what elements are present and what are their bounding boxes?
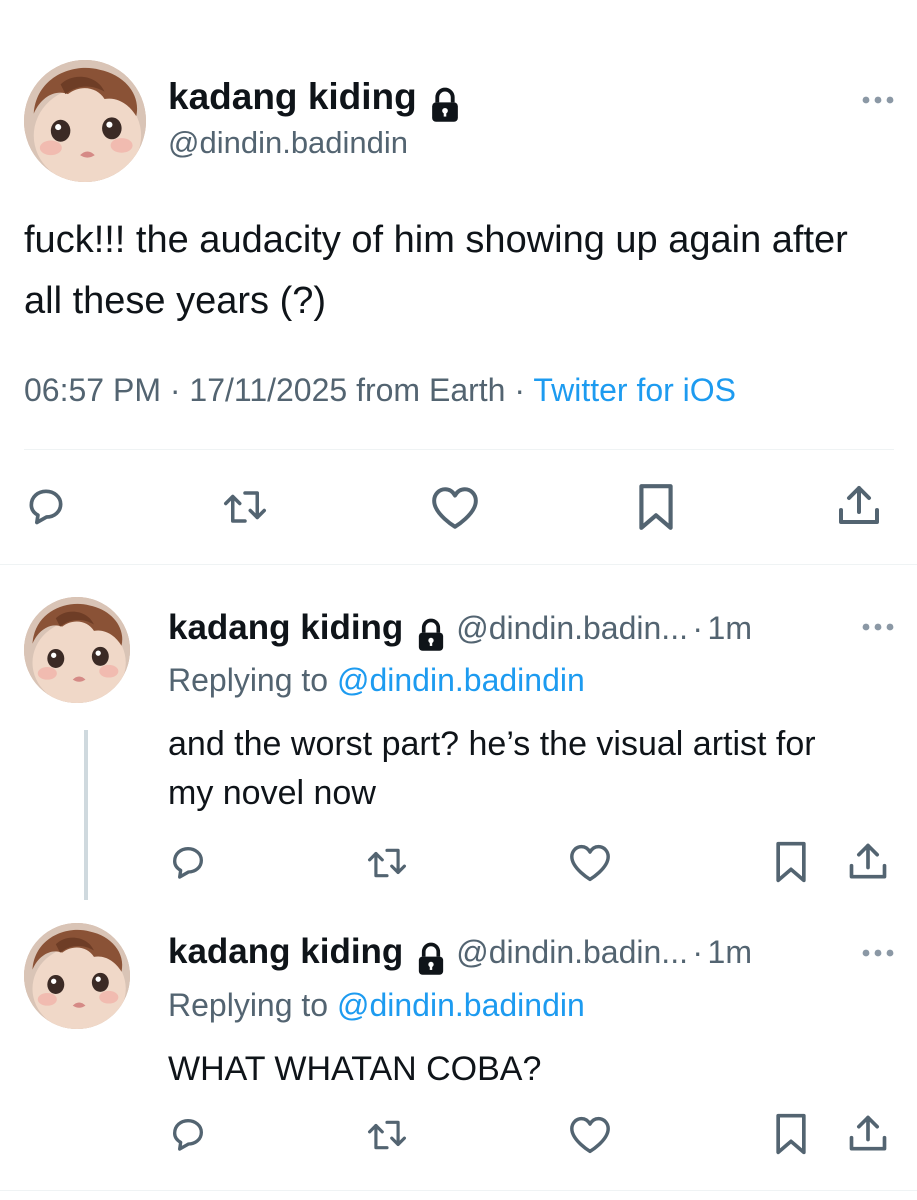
tweet-date[interactable]: 17/11/2025: [189, 372, 347, 408]
more-horizontal-icon[interactable]: [861, 948, 895, 958]
tweet-time[interactable]: 06:57 PM: [24, 372, 161, 408]
lock-icon: [416, 942, 446, 976]
share-icon[interactable]: [846, 840, 890, 884]
reply-age[interactable]: 1m: [708, 610, 752, 646]
reply-bubble-icon[interactable]: [24, 484, 68, 528]
thread-line: [84, 730, 88, 900]
avatar[interactable]: [24, 923, 130, 1029]
lock-icon: [416, 618, 446, 652]
bookmark-icon[interactable]: [772, 840, 810, 884]
meta-separator: ·: [692, 934, 704, 970]
replying-to: Replying to @dindin.badindin: [168, 987, 585, 1024]
replying-label: Replying to: [168, 987, 329, 1023]
share-icon[interactable]: [846, 1112, 890, 1156]
reply-text: and the worst part? he’s the visual arti…: [168, 725, 816, 812]
reply-header: kadang kiding @dindin.badin... · 1m: [168, 932, 752, 976]
avatar[interactable]: [24, 60, 146, 182]
reply-bubble-icon[interactable]: [168, 1114, 208, 1154]
tweet-meta: 06:57 PM · 17/11/2025 from Earth · Twitt…: [24, 372, 736, 409]
tweet-text: fuck!!! the audacity of him showing up a…: [24, 219, 848, 322]
main-tweet-author[interactable]: kadang kiding: [168, 76, 461, 123]
reply-bubble-icon[interactable]: [168, 842, 208, 882]
more-horizontal-icon[interactable]: [861, 622, 895, 632]
retweet-icon[interactable]: [222, 486, 268, 528]
handle[interactable]: @dindin.badindin: [168, 125, 408, 161]
tweet-source[interactable]: Twitter for iOS: [533, 372, 736, 408]
lock-icon: [429, 87, 461, 123]
retweet-icon[interactable]: [366, 844, 408, 882]
bookmark-icon[interactable]: [634, 482, 678, 532]
meta-separator: ·: [692, 610, 704, 646]
handle[interactable]: @dindin.badin...: [456, 610, 688, 646]
meta-separator: ·: [514, 372, 525, 408]
replying-handle[interactable]: @dindin.badindin: [337, 662, 585, 698]
reply-age[interactable]: 1m: [708, 934, 752, 970]
replying-label: Replying to: [168, 662, 329, 698]
replying-handle[interactable]: @dindin.badindin: [337, 987, 585, 1023]
meta-separator: ·: [169, 372, 181, 408]
bookmark-icon[interactable]: [772, 1112, 810, 1156]
display-name[interactable]: kadang kiding: [168, 932, 403, 971]
share-icon[interactable]: [834, 482, 884, 530]
divider: [0, 1190, 917, 1191]
avatar[interactable]: [24, 597, 130, 703]
divider: [24, 449, 894, 450]
heart-icon[interactable]: [568, 843, 612, 883]
tweet-location: from Earth: [356, 372, 506, 408]
heart-icon[interactable]: [568, 1115, 612, 1155]
replying-to: Replying to @dindin.badindin: [168, 662, 585, 699]
more-horizontal-icon[interactable]: [861, 95, 895, 105]
display-name[interactable]: kadang kiding: [168, 76, 417, 117]
heart-icon[interactable]: [430, 485, 480, 531]
divider: [0, 564, 917, 565]
handle[interactable]: @dindin.badin...: [456, 934, 688, 970]
reply-header: kadang kiding @dindin.badin... · 1m: [168, 608, 752, 652]
retweet-icon[interactable]: [366, 1116, 408, 1154]
reply-text: WHAT WHATAN COBA?: [168, 1050, 542, 1088]
display-name[interactable]: kadang kiding: [168, 608, 403, 647]
